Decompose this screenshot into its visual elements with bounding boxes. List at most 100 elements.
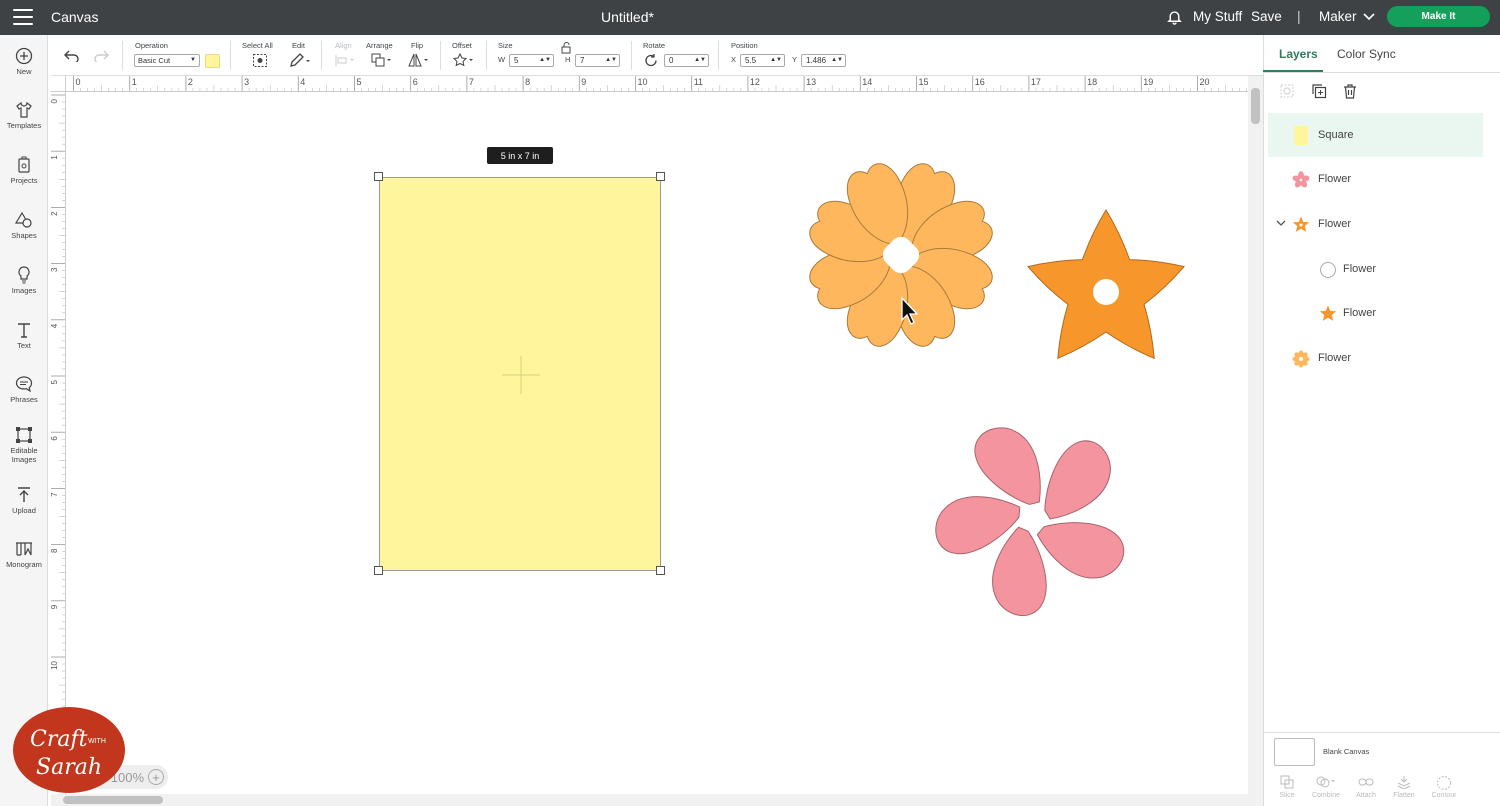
flower-shape-light-orange[interactable] — [795, 150, 1007, 360]
left-sidebar: New Templates Projects Shapes Images Tex… — [0, 35, 48, 806]
machine-name: Maker — [1319, 9, 1357, 24]
scrollbar-thumb[interactable] — [1251, 88, 1260, 124]
layer-group-flower-orange[interactable]: Flower — [1268, 203, 1483, 247]
layer-row-flower-hole[interactable]: Flower — [1268, 248, 1483, 292]
ruler-tick-label: 1 — [132, 77, 137, 87]
machine-selector[interactable]: Maker — [1319, 9, 1375, 24]
ruler-tick-label: 12 — [750, 77, 760, 87]
layer-row-flower-light-orange[interactable]: Flower — [1268, 337, 1483, 381]
ruler-tick-label: 18 — [1087, 77, 1097, 87]
tab-color-sync[interactable]: Color Sync — [1337, 47, 1396, 61]
vertical-scrollbar[interactable] — [1248, 76, 1263, 794]
align-label: Align — [335, 41, 352, 50]
delete-icon[interactable] — [1342, 83, 1358, 99]
blank-canvas-thumbnail[interactable] — [1274, 738, 1315, 766]
zoom-in-button[interactable]: + — [148, 769, 164, 785]
y-label: Y — [792, 55, 798, 64]
contour-label: Contour — [1431, 792, 1457, 799]
ruler-tick-label: 5 — [51, 379, 59, 384]
chevron-down-icon[interactable] — [1276, 220, 1286, 227]
ruler-tick-label: 6 — [51, 436, 59, 441]
monogram-icon — [16, 542, 32, 556]
slice-button[interactable]: Slice — [1267, 775, 1307, 799]
sidebar-item-text[interactable]: Text — [0, 319, 48, 350]
make-it-button[interactable]: Make It — [1387, 6, 1490, 27]
x-position-input[interactable]: 5.5 ▲▼ — [740, 54, 785, 67]
save-button[interactable]: Save — [1251, 9, 1282, 24]
sidebar-item-new[interactable]: New — [0, 45, 48, 76]
duplicate-icon[interactable] — [1311, 83, 1327, 99]
ruler-tick-label: 0 — [51, 98, 59, 103]
lock-ratio-icon[interactable] — [561, 42, 572, 54]
operation-select[interactable]: Basic Cut ▼ — [134, 54, 200, 67]
toolbar-divider — [122, 41, 123, 70]
group-icon[interactable] — [1279, 83, 1295, 99]
chevron-down-icon — [1362, 12, 1375, 20]
edit-pencil-icon[interactable] — [289, 53, 311, 68]
ruler-corner — [51, 76, 66, 92]
sidebar-item-projects[interactable]: Projects — [0, 154, 48, 185]
height-input[interactable]: 7 ▲▼ — [575, 54, 620, 67]
editable-images-icon — [16, 427, 32, 443]
offset-icon[interactable] — [452, 53, 476, 68]
slice-label: Slice — [1279, 792, 1295, 799]
sidebar-item-monogram[interactable]: Monogram — [0, 538, 48, 569]
resize-handle-bottom-left[interactable] — [374, 566, 383, 575]
sidebar-item-images[interactable]: Images — [0, 264, 48, 295]
sidebar-item-phrases[interactable]: Phrases — [0, 373, 48, 404]
contour-button[interactable]: Contour — [1424, 775, 1464, 799]
speech-bubble-icon — [15, 376, 33, 393]
flatten-button[interactable]: Flatten — [1384, 775, 1424, 799]
attach-label: Attach — [1356, 792, 1376, 799]
spinner-icon[interactable]: ▲▼ — [831, 55, 843, 66]
x-position-value: 5.5 — [745, 56, 757, 65]
spinner-icon[interactable]: ▲▼ — [605, 55, 617, 66]
arrange-icon[interactable] — [371, 53, 393, 67]
layer-row-flower-star[interactable]: Flower — [1268, 292, 1483, 336]
redo-icon[interactable] — [93, 50, 109, 62]
document-title[interactable]: Untitled* — [0, 9, 1255, 25]
y-position-input[interactable]: 1.486 ▲▼ — [801, 54, 846, 67]
scrollbar-thumb[interactable] — [63, 796, 163, 804]
flip-icon[interactable] — [408, 53, 430, 67]
ruler-tick-label: 6 — [413, 77, 418, 87]
combine-button[interactable]: Combine — [1306, 775, 1346, 799]
spinner-icon[interactable]: ▲▼ — [770, 55, 782, 66]
layer-row-square[interactable]: Square — [1268, 113, 1483, 157]
align-icon[interactable] — [334, 54, 356, 67]
sidebar-item-label: Images — [11, 286, 37, 295]
sidebar-item-templates[interactable]: Templates — [0, 99, 48, 130]
rotate-input[interactable]: 0 ▲▼ — [664, 54, 709, 67]
attach-button[interactable]: Attach — [1346, 775, 1386, 799]
sidebar-item-editable-images[interactable]: Editable Images — [0, 424, 48, 464]
ruler-tick-label: 4 — [300, 77, 305, 87]
resize-handle-top-right[interactable] — [656, 172, 665, 181]
select-all-icon[interactable] — [252, 53, 268, 68]
bell-icon[interactable] — [1166, 8, 1183, 26]
toolbar-divider — [321, 41, 322, 70]
height-value: 7 — [580, 56, 585, 65]
spinner-icon[interactable]: ▲▼ — [694, 55, 706, 66]
fill-color-swatch[interactable] — [205, 54, 220, 68]
undo-icon[interactable] — [64, 50, 80, 62]
panel-divider — [1264, 732, 1500, 733]
horizontal-scrollbar[interactable] — [51, 794, 1263, 806]
square-shape[interactable] — [379, 177, 661, 571]
rotate-icon[interactable] — [644, 54, 658, 67]
flower-shape-orange[interactable] — [1016, 196, 1196, 371]
rotate-label: Rotate — [643, 41, 666, 50]
y-position-value: 1.486 — [806, 56, 827, 65]
sidebar-item-shapes[interactable]: Shapes — [0, 209, 48, 240]
sidebar-item-label: New — [16, 67, 32, 76]
sidebar-item-upload[interactable]: Upload — [0, 484, 48, 515]
ruler-tick-label: 2 — [51, 211, 59, 216]
offset-label: Offset — [452, 41, 472, 50]
width-input[interactable]: 5 ▲▼ — [509, 54, 554, 67]
resize-handle-bottom-right[interactable] — [656, 566, 665, 575]
resize-handle-top-left[interactable] — [374, 172, 383, 181]
flower-shape-pink[interactable] — [928, 418, 1143, 623]
layer-row-flower-pink[interactable]: Flower — [1268, 158, 1483, 202]
my-stuff-link[interactable]: My Stuff — [1193, 9, 1242, 24]
spinner-icon[interactable]: ▲▼ — [539, 55, 551, 66]
tab-layers[interactable]: Layers — [1279, 47, 1318, 61]
